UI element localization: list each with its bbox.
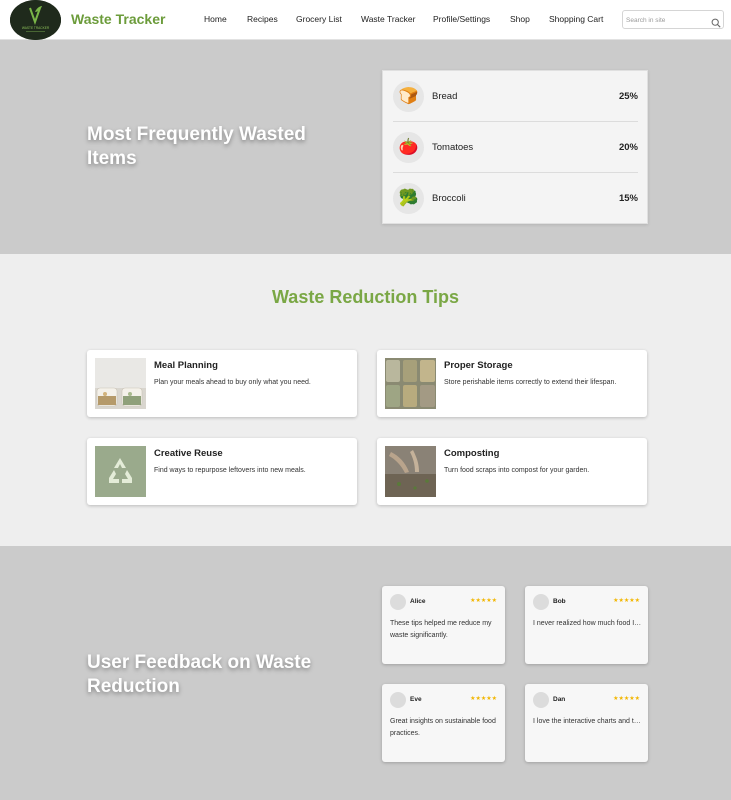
tomato-icon: 🍅	[393, 132, 424, 163]
nav-waste-tracker[interactable]: Waste Tracker	[361, 14, 415, 24]
feedback-text: These tips helped me reduce my waste sig…	[390, 620, 492, 639]
nav-shopping-cart[interactable]: Shopping Cart	[549, 14, 603, 24]
wasted-title: Most Frequently Wasted Items	[87, 124, 306, 169]
tip-title: Creative Reuse	[154, 448, 223, 459]
tip-title: Proper Storage	[444, 360, 513, 371]
avatar	[533, 692, 549, 708]
creative-reuse-image	[95, 446, 146, 497]
feedback-user-name: Bob	[553, 598, 566, 605]
tip-description: Turn food scraps into compost for your g…	[444, 467, 590, 474]
tips-section: Waste Reduction Tips Meal Planning Plan …	[0, 254, 731, 546]
wasted-row-broccoli: 🥦 Broccoli 15%	[393, 173, 638, 224]
nav-shop[interactable]: Shop	[510, 14, 530, 24]
wasted-item-percent: 25%	[618, 91, 638, 102]
feedback-section: User Feedback on Waste Reduction Alice ★…	[0, 546, 731, 800]
feedback-card-bob: Bob ★★★★★ I never realized how much food…	[525, 586, 648, 664]
search-input[interactable]	[626, 13, 706, 27]
feedback-card-dan: Dan ★★★★★ I love the interactive charts …	[525, 684, 648, 762]
nav-recipes[interactable]: Recipes	[247, 14, 278, 24]
feedback-user-name: Dan	[553, 696, 566, 703]
wasted-row-tomatoes: 🍅 Tomatoes 20%	[393, 122, 638, 173]
logo-text: WASTE TRACKER	[22, 26, 50, 30]
tip-card-creative-reuse[interactable]: Creative Reuse Find ways to repurpose le…	[87, 438, 357, 505]
star-rating: ★★★★★	[470, 696, 497, 702]
meal-planning-image	[95, 358, 146, 409]
star-rating: ★★★★★	[613, 598, 640, 604]
tip-description: Find ways to repurpose leftovers into ne…	[154, 467, 306, 474]
star-rating: ★★★★★	[613, 696, 640, 702]
wasted-item-name: Broccoli	[432, 193, 466, 204]
search-icon[interactable]	[711, 15, 721, 28]
avatar	[390, 594, 406, 610]
feedback-card-alice: Alice ★★★★★ These tips helped me reduce …	[382, 586, 505, 664]
feedback-title: User Feedback on Waste Reduction	[87, 652, 312, 697]
feedback-user-name: Eve	[410, 696, 422, 703]
star-rating: ★★★★★	[470, 598, 497, 604]
brand-name[interactable]: Waste Tracker	[71, 11, 165, 27]
proper-storage-image	[385, 358, 436, 409]
tip-title: Meal Planning	[154, 360, 218, 371]
nav-grocery-list[interactable]: Grocery List	[296, 14, 342, 24]
feedback-text: I love the interactive charts and tracki…	[533, 718, 642, 725]
tips-heading: Waste Reduction Tips	[271, 287, 460, 307]
tip-description: Plan your meals ahead to buy only what y…	[154, 379, 311, 386]
tip-card-composting[interactable]: Composting Turn food scraps into compost…	[377, 438, 647, 505]
feedback-card-eve: Eve ★★★★★ Great insights on sustainable …	[382, 684, 505, 762]
feedback-text: I never realized how much food I was was…	[533, 620, 642, 627]
wasted-item-percent: 15%	[618, 193, 638, 204]
nav-profile-settings[interactable]: Profile/Settings	[433, 14, 490, 24]
composting-image	[385, 446, 436, 497]
wasted-item-name: Bread	[432, 91, 458, 102]
tip-card-proper-storage[interactable]: Proper Storage Store perishable items co…	[377, 350, 647, 417]
site-header: WASTE TRACKER Waste Tracker Home Recipes…	[0, 0, 731, 40]
feedback-user-name: Alice	[410, 598, 426, 605]
tip-card-meal-planning[interactable]: Meal Planning Plan your meals ahead to b…	[87, 350, 357, 417]
search-box	[622, 10, 724, 29]
wasted-row-bread: 🍞 Bread 25%	[393, 71, 638, 122]
wasted-section: Most Frequently Wasted Items 🍞 Bread 25%…	[0, 40, 731, 254]
broccoli-icon: 🥦	[393, 183, 424, 214]
wasted-item-percent: 20%	[618, 142, 638, 153]
wasted-item-name: Tomatoes	[432, 142, 474, 153]
wasted-items-panel: 🍞 Bread 25% 🍅 Tomatoes 20% 🥦 Broccoli 15…	[382, 70, 648, 224]
tip-description: Store perishable items correctly to exte…	[444, 379, 617, 386]
avatar	[390, 692, 406, 708]
tip-title: Composting	[444, 448, 500, 459]
bread-icon: 🍞	[393, 81, 424, 112]
feedback-text: Great insights on sustainable food pract…	[390, 718, 496, 737]
nav-home[interactable]: Home	[204, 14, 227, 24]
avatar	[533, 594, 549, 610]
logo[interactable]: WASTE TRACKER	[10, 0, 61, 40]
